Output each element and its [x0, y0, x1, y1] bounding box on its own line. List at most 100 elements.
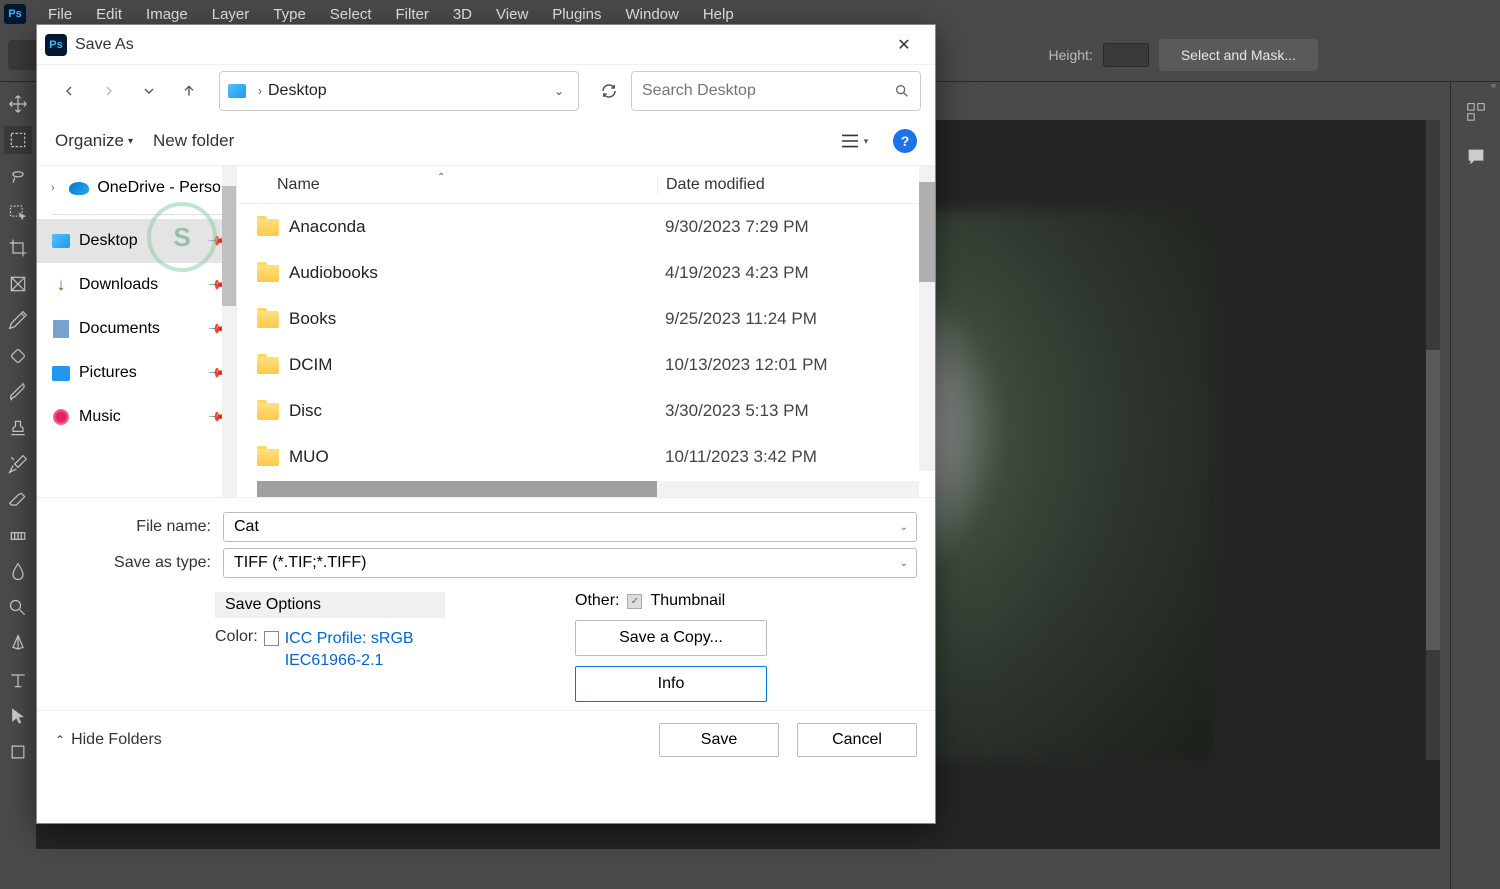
file-row[interactable]: Books9/25/2023 11:24 PM: [237, 296, 935, 342]
filename-input[interactable]: Cat ⌄: [223, 512, 917, 542]
gradient-tool-icon[interactable]: [4, 522, 32, 550]
brush-tool-icon[interactable]: [4, 378, 32, 406]
file-date-label: 9/30/2023 7:29 PM: [657, 217, 935, 237]
canvas-scrollbar[interactable]: [1426, 120, 1440, 760]
object-select-tool-icon[interactable]: [4, 198, 32, 226]
file-list: Name ⌃ Date modified Anaconda 9/30/2023 7…: [237, 166, 935, 497]
frame-tool-icon[interactable]: [4, 270, 32, 298]
canvas-scrollbar-thumb[interactable]: [1426, 350, 1440, 650]
music-icon: [53, 409, 69, 425]
saveastype-select[interactable]: TIFF (*.TIF;*.TIFF) ⌄: [223, 548, 917, 578]
history-brush-tool-icon[interactable]: [4, 450, 32, 478]
save-copy-button[interactable]: Save a Copy...: [575, 620, 767, 656]
stamp-tool-icon[interactable]: [4, 414, 32, 442]
menu-select[interactable]: Select: [318, 2, 384, 27]
nav-recent-button[interactable]: [131, 73, 167, 109]
sidebar-music[interactable]: Music 📌: [37, 395, 236, 439]
file-name-label: DCIM: [289, 355, 332, 375]
menu-edit[interactable]: Edit: [84, 2, 134, 27]
nav-back-button[interactable]: [51, 73, 87, 109]
sidebar-scrollbar[interactable]: [222, 166, 236, 497]
folder-icon: [257, 357, 279, 374]
collapse-panel-icon[interactable]: «: [1491, 80, 1496, 90]
select-and-mask-button[interactable]: Select and Mask...: [1159, 39, 1318, 71]
pen-tool-icon[interactable]: [4, 630, 32, 658]
file-list-body: Anaconda 9/30/2023 7:29 PM Audiobooks4/19…: [237, 204, 935, 497]
menu-view[interactable]: View: [484, 2, 540, 27]
close-button[interactable]: ✕: [881, 28, 927, 62]
marquee-tool-icon[interactable]: [4, 126, 32, 154]
search-box[interactable]: [631, 71, 921, 111]
scrollbar-thumb[interactable]: [257, 481, 657, 497]
icc-profile-checkbox[interactable]: [264, 631, 279, 646]
height-field[interactable]: [1103, 43, 1149, 67]
organize-button[interactable]: Organize ▾: [55, 131, 133, 151]
sidebar-item-label: OneDrive - Personal: [97, 179, 222, 197]
filelist-vscrollbar[interactable]: [919, 166, 935, 471]
dialog-toolbar: Organize ▾ New folder ▾ ?: [37, 117, 935, 165]
path-select-tool-icon[interactable]: [4, 702, 32, 730]
icc-profile-link[interactable]: ICC Profile: sRGB IEC61966-2.1: [285, 628, 414, 673]
healing-tool-icon[interactable]: [4, 342, 32, 370]
menu-filter[interactable]: Filter: [384, 2, 441, 27]
tool-panel: [0, 82, 36, 889]
chevron-down-icon[interactable]: ⌄: [900, 522, 908, 533]
move-tool-icon[interactable]: [4, 90, 32, 118]
blur-tool-icon[interactable]: [4, 558, 32, 586]
refresh-button[interactable]: [591, 73, 627, 109]
scrollbar-thumb[interactable]: [919, 182, 935, 282]
menu-3d[interactable]: 3D: [441, 2, 484, 27]
column-header-date[interactable]: Date modified: [657, 176, 935, 194]
thumbnail-checkbox[interactable]: ✓: [627, 594, 642, 609]
search-input[interactable]: [642, 82, 894, 100]
file-row[interactable]: DCIM10/13/2023 12:01 PM: [237, 342, 935, 388]
nav-forward-button[interactable]: [91, 73, 127, 109]
scrollbar-thumb[interactable]: [222, 186, 236, 306]
filelist-hscrollbar[interactable]: [257, 481, 919, 497]
home-icon[interactable]: [8, 40, 38, 70]
file-row[interactable]: Audiobooks4/19/2023 4:23 PM: [237, 250, 935, 296]
menu-layer[interactable]: Layer: [200, 2, 262, 27]
file-name-label: Anaconda: [289, 217, 366, 237]
column-header-name[interactable]: Name ⌃: [237, 176, 657, 194]
chevron-down-icon[interactable]: ⌄: [900, 558, 908, 569]
file-row[interactable]: MUO10/11/2023 3:42 PM: [237, 434, 935, 480]
sidebar-pictures[interactable]: Pictures 📌: [37, 351, 236, 395]
cancel-button[interactable]: Cancel: [797, 723, 917, 757]
menu-help[interactable]: Help: [691, 2, 746, 27]
menu-file[interactable]: File: [36, 2, 84, 27]
file-list-header: Name ⌃ Date modified: [237, 166, 935, 204]
comments-icon[interactable]: [1459, 140, 1493, 174]
dodge-tool-icon[interactable]: [4, 594, 32, 622]
menu-type[interactable]: Type: [261, 2, 318, 27]
folder-icon: [257, 265, 279, 282]
file-row[interactable]: Anaconda 9/30/2023 7:29 PM: [237, 204, 935, 250]
address-bar[interactable]: › Desktop ⌄: [219, 71, 579, 111]
address-dropdown-icon[interactable]: ⌄: [548, 80, 570, 102]
type-tool-icon[interactable]: [4, 666, 32, 694]
sidebar-onedrive[interactable]: › OneDrive - Personal: [37, 166, 236, 210]
eraser-tool-icon[interactable]: [4, 486, 32, 514]
save-button[interactable]: Save: [659, 723, 779, 757]
shape-tool-icon[interactable]: [4, 738, 32, 766]
sidebar-desktop[interactable]: Desktop 📌: [37, 219, 236, 263]
sidebar-downloads[interactable]: ↓ Downloads 📌: [37, 263, 236, 307]
hide-folders-button[interactable]: ⌃ Hide Folders: [55, 731, 162, 749]
lasso-tool-icon[interactable]: [4, 162, 32, 190]
menu-window[interactable]: Window: [613, 2, 690, 27]
file-name-label: Books: [289, 309, 336, 329]
menu-plugins[interactable]: Plugins: [540, 2, 613, 27]
folder-icon: [257, 449, 279, 466]
nav-up-button[interactable]: [171, 73, 207, 109]
menu-image[interactable]: Image: [134, 2, 200, 27]
sidebar-documents[interactable]: Documents 📌: [37, 307, 236, 351]
file-row[interactable]: Disc3/30/2023 5:13 PM: [237, 388, 935, 434]
help-button[interactable]: ?: [893, 129, 917, 153]
new-folder-button[interactable]: New folder: [153, 131, 234, 151]
crop-tool-icon[interactable]: [4, 234, 32, 262]
view-mode-button[interactable]: ▾: [835, 124, 873, 158]
chevron-right-icon[interactable]: ›: [51, 182, 61, 194]
libraries-icon[interactable]: [1459, 94, 1493, 128]
info-button[interactable]: Info: [575, 666, 767, 702]
eyedropper-tool-icon[interactable]: [4, 306, 32, 334]
